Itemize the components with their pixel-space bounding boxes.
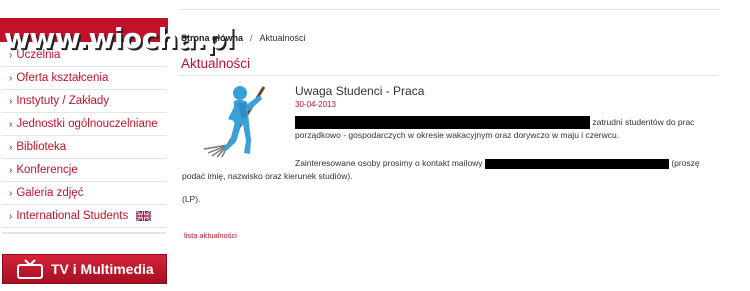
article-text: Zainteresowane osoby prosimy o kontakt m… xyxy=(295,158,483,168)
news-list-link[interactable]: lista aktualności xyxy=(184,231,237,240)
sidebar-bottom-border xyxy=(2,232,166,234)
sidebar-item-label: International Students xyxy=(16,210,129,222)
sidebar-item-jednostki[interactable]: › Jednostki ogólnouczelniane xyxy=(2,113,166,136)
article-paragraph-2: Zainteresowane osoby prosimy o kontakt m… xyxy=(182,157,722,183)
top-divider xyxy=(178,9,720,10)
sidebar-item-label: Konferencje xyxy=(16,164,78,176)
article-title: Uwaga Studenci - Praca xyxy=(295,84,425,98)
bullet-icon: › xyxy=(9,165,13,176)
sidebar-item-biblioteka[interactable]: › Biblioteka xyxy=(2,136,166,159)
article-text: podać imię, nazwisko oraz kierunek studi… xyxy=(182,171,353,181)
sidebar-item-konferencje[interactable]: › Konferencje xyxy=(2,159,166,182)
article-text: porządkowo - gospodarczych w okresie wak… xyxy=(295,130,620,141)
article-text: (proszę xyxy=(671,158,700,168)
sidebar-item-label: Instytuty / Zakłady xyxy=(16,95,110,107)
tv-multimedia-label: TV i Multimedia xyxy=(51,261,154,277)
sidebar-nav: › Uczelnia › Oferta kształcenia › Instytuty… xyxy=(2,44,166,228)
article-text: zatrudni studentów do prac xyxy=(592,117,695,127)
bullet-icon: › xyxy=(9,119,13,130)
breadcrumb-current: Aktualności xyxy=(259,33,306,43)
redaction-box xyxy=(484,158,669,169)
bullet-icon: › xyxy=(9,142,13,153)
sidebar-item-label: Galeria zdjęć xyxy=(16,187,84,199)
sidebar-item-galeria[interactable]: › Galeria zdjęć xyxy=(2,182,166,205)
sidebar-item-label: Biblioteka xyxy=(16,141,67,153)
page-title: Aktualności xyxy=(181,56,251,71)
sidebar-item-oferta[interactable]: › Oferta kształcenia xyxy=(2,67,166,90)
sidebar-item-international[interactable]: › International Students xyxy=(2,205,166,228)
bullet-icon: › xyxy=(9,96,13,107)
article-date: 30-04-2013 xyxy=(295,100,336,109)
bullet-icon: › xyxy=(9,188,13,199)
janitor-illustration xyxy=(203,86,266,158)
uk-flag-icon xyxy=(136,210,152,221)
sidebar-item-instytuty[interactable]: › Instytuty / Zakłady xyxy=(2,90,166,113)
breadcrumb-separator: / xyxy=(250,33,253,43)
title-divider xyxy=(178,75,719,76)
redaction-box xyxy=(295,116,590,130)
bullet-icon: › xyxy=(9,73,13,84)
tv-multimedia-button[interactable]: TV i Multimedia xyxy=(2,254,167,284)
article-paragraph-3: (LP). xyxy=(182,194,201,204)
breadcrumb-home-link[interactable]: Strona główna xyxy=(181,33,243,43)
sidebar-item-label: Oferta kształcenia xyxy=(16,72,109,84)
sidebar-item-label: Uczelnia xyxy=(16,49,61,61)
tv-icon xyxy=(17,259,43,279)
sidebar-header-bar: www.wiocha.pl www.wiocha.pl xyxy=(0,18,237,57)
bullet-icon: › xyxy=(9,50,13,61)
bullet-icon: › xyxy=(9,211,13,222)
article-paragraph-1: zatrudni studentów do prac porządkowo - … xyxy=(295,116,720,142)
breadcrumb: Strona główna / Aktualności xyxy=(181,33,306,43)
sidebar-item-label: Jednostki ogólnouczelniane xyxy=(16,118,158,130)
sidebar-item-uczelnia[interactable]: › Uczelnia xyxy=(2,44,166,67)
